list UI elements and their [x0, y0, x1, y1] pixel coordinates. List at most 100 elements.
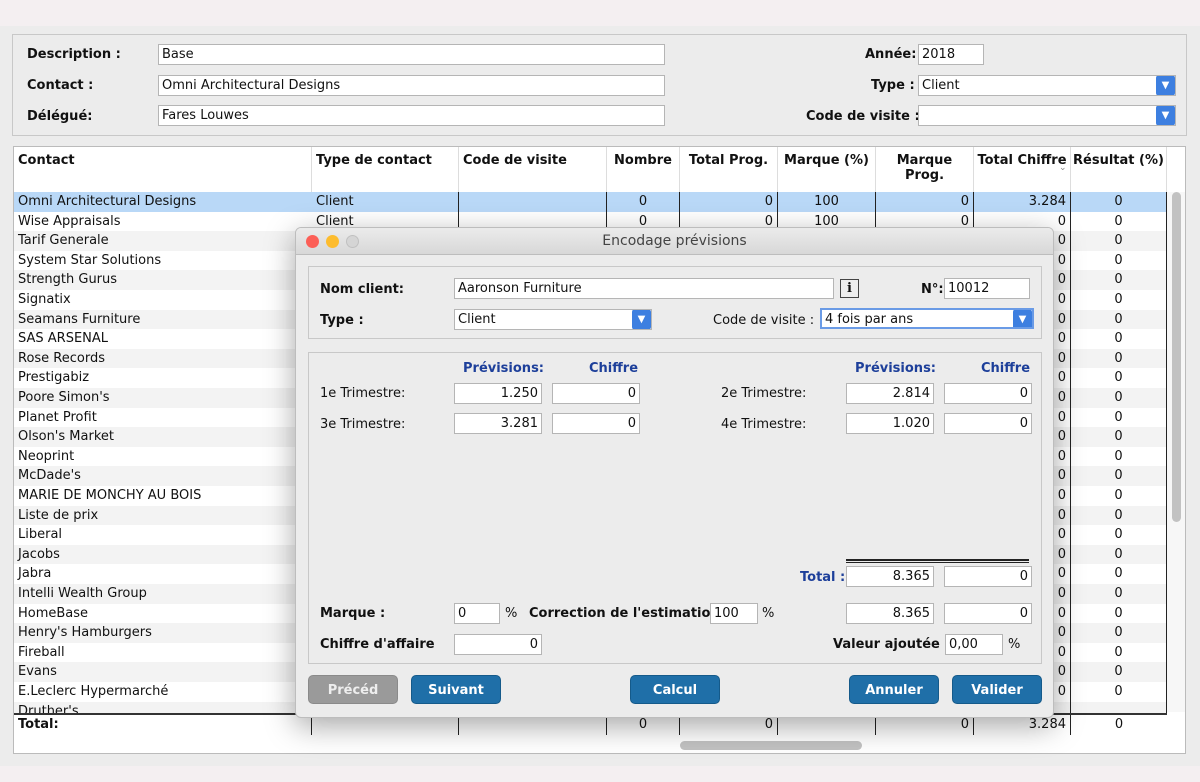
correction-label: Correction de l'estimation: [529, 606, 720, 621]
cell-contact: Seamans Furniture: [18, 311, 141, 327]
cell-resultat: 0: [1071, 564, 1167, 584]
chevron-down-icon[interactable]: ▼: [1013, 310, 1032, 327]
previsions-header-right: Prévisions:: [855, 361, 937, 376]
delegue-input[interactable]: Fares Louwes: [158, 105, 665, 126]
cell-contact: Evans: [18, 664, 57, 680]
valeur-ajoutee-label: Valeur ajoutée :: [833, 637, 950, 652]
chevron-down-icon[interactable]: ▼: [1156, 106, 1175, 125]
chiffre-affaire-label: Chiffre d'affaire: [320, 637, 435, 652]
calcul-button[interactable]: Calcul: [630, 675, 720, 704]
code-visite-label: Code de visite :: [806, 109, 920, 124]
dialog-code-visite-select[interactable]: 4 fois par ans ▼: [820, 308, 1034, 329]
contact-input[interactable]: Omni Architectural Designs: [158, 75, 665, 96]
cell-resultat: 0: [1071, 231, 1167, 251]
column-header-type-contact[interactable]: Type de contact: [312, 147, 459, 192]
type-select[interactable]: Client ▼: [918, 75, 1176, 96]
total-type: [312, 715, 459, 735]
cell-contact: Olson's Market: [18, 429, 114, 445]
chiffre-affaire-input[interactable]: 0: [454, 634, 542, 655]
cell-resultat: 0: [1071, 603, 1167, 624]
cell-contact: Planet Profit: [18, 409, 97, 425]
t1-prevision-input[interactable]: 1.250: [454, 383, 542, 404]
valider-button[interactable]: Valider: [952, 675, 1042, 704]
suivant-button[interactable]: Suivant: [411, 675, 501, 704]
contact-label: Contact :: [27, 78, 94, 93]
total-divider: [846, 559, 1029, 563]
description-input[interactable]: Base: [158, 44, 665, 65]
nom-client-label: Nom client:: [320, 282, 404, 297]
valeur-ajoutee-pct: %: [1008, 637, 1021, 652]
vertical-scrollbar[interactable]: [1167, 192, 1185, 712]
t2-chiffre-input[interactable]: 0: [944, 383, 1032, 404]
cell-resultat: 0: [1071, 505, 1167, 526]
table-row[interactable]: Omni Architectural Designs Client 0 0 100 0 3.…: [14, 192, 1167, 212]
cell-contact: Rose Records: [18, 350, 105, 366]
horizontal-scroll-thumb[interactable]: [680, 741, 862, 750]
total-code: [459, 715, 607, 735]
cell-resultat: 0: [1071, 211, 1167, 232]
marque-pct: %: [505, 606, 518, 621]
column-header-marque-pct[interactable]: Marque (%): [778, 147, 876, 192]
t4-prevision-input[interactable]: 1.020: [846, 413, 934, 434]
code-visite-select[interactable]: ▼: [918, 105, 1176, 126]
chevron-down-icon[interactable]: ▼: [632, 310, 651, 329]
annee-label: Année:: [865, 47, 917, 62]
column-header-total-prog[interactable]: Total Prog.: [680, 147, 778, 192]
cell-contact: Jacobs: [18, 546, 60, 562]
cell-resultat: 0: [1071, 662, 1167, 682]
info-button[interactable]: i: [840, 279, 859, 298]
chevron-down-icon[interactable]: ▼: [1156, 76, 1175, 95]
t3-chiffre-input[interactable]: 0: [552, 413, 640, 434]
minimize-icon[interactable]: [326, 235, 339, 248]
column-header-code-visite[interactable]: Code de visite: [459, 147, 607, 192]
t2-label: 2e Trimestre:: [721, 386, 807, 401]
dialog-type-value: Client: [458, 312, 496, 327]
column-header-total-chiffre[interactable]: Total Chiffre: [974, 147, 1071, 192]
cell-contact: Liste de prix: [18, 507, 99, 523]
t3-prevision-input[interactable]: 3.281: [454, 413, 542, 434]
chiffre-header-left: Chiffre: [589, 361, 639, 376]
cell-contact: Neoprint: [18, 448, 75, 464]
annee-input[interactable]: 2018: [918, 44, 984, 65]
marque-input[interactable]: 0: [454, 603, 500, 624]
annuler-button[interactable]: Annuler: [849, 675, 939, 704]
cell-resultat: 0: [1071, 290, 1167, 310]
zoom-icon[interactable]: [346, 235, 359, 248]
column-header-resultat[interactable]: Résultat (%): [1071, 147, 1167, 192]
previsions-header-left: Prévisions:: [463, 361, 545, 376]
t4-chiffre-input[interactable]: 0: [944, 413, 1032, 434]
total-chiffre: 3.284: [974, 715, 1071, 735]
corrected-chiffre: 0: [944, 603, 1032, 624]
cell-contact: Prestigabiz: [18, 370, 90, 386]
correction-input[interactable]: 100: [710, 603, 758, 624]
vertical-scroll-thumb[interactable]: [1172, 192, 1181, 522]
nom-client-input[interactable]: Aaronson Furniture: [454, 278, 834, 299]
cell-contact: Liberal: [18, 527, 63, 543]
t2-prevision-input[interactable]: 2.814: [846, 383, 934, 404]
dialog-title: Encodage prévisions: [602, 233, 747, 249]
numero-input[interactable]: 10012: [944, 278, 1030, 299]
cell-contact: Omni Architectural Designs: [18, 194, 197, 209]
valeur-ajoutee-input[interactable]: 0,00: [945, 634, 1003, 655]
column-header-contact[interactable]: Contact: [14, 147, 312, 192]
cell-contact: Poore Simon's: [18, 390, 110, 405]
cell-resultat: 0: [1071, 192, 1167, 212]
cell-resultat: 0: [1071, 623, 1167, 643]
cell-code-visite: [459, 192, 607, 212]
cell-resultat: 0: [1071, 486, 1167, 506]
total-prevision: 8.365: [846, 566, 934, 587]
close-icon[interactable]: [306, 235, 319, 248]
t1-chiffre-input[interactable]: 0: [552, 383, 640, 404]
delegue-label: Délégué:: [27, 109, 93, 124]
column-header-marque-prog[interactable]: Marque Prog.: [876, 147, 974, 192]
column-header-nombre[interactable]: Nombre: [607, 147, 680, 192]
dialog-type-select[interactable]: Client ▼: [454, 309, 652, 330]
cell-resultat: 0: [1071, 642, 1167, 663]
marque-label: Marque :: [320, 606, 386, 621]
total-resultat: 0: [1114, 717, 1124, 732]
cell-contact: System Star Solutions: [18, 252, 162, 268]
dialog-title-bar: Encodage prévisions: [296, 228, 1053, 255]
cell-contact: Strength Gurus: [18, 272, 118, 288]
t1-label: 1e Trimestre:: [320, 386, 406, 401]
preced-button[interactable]: Précéd: [308, 675, 398, 704]
